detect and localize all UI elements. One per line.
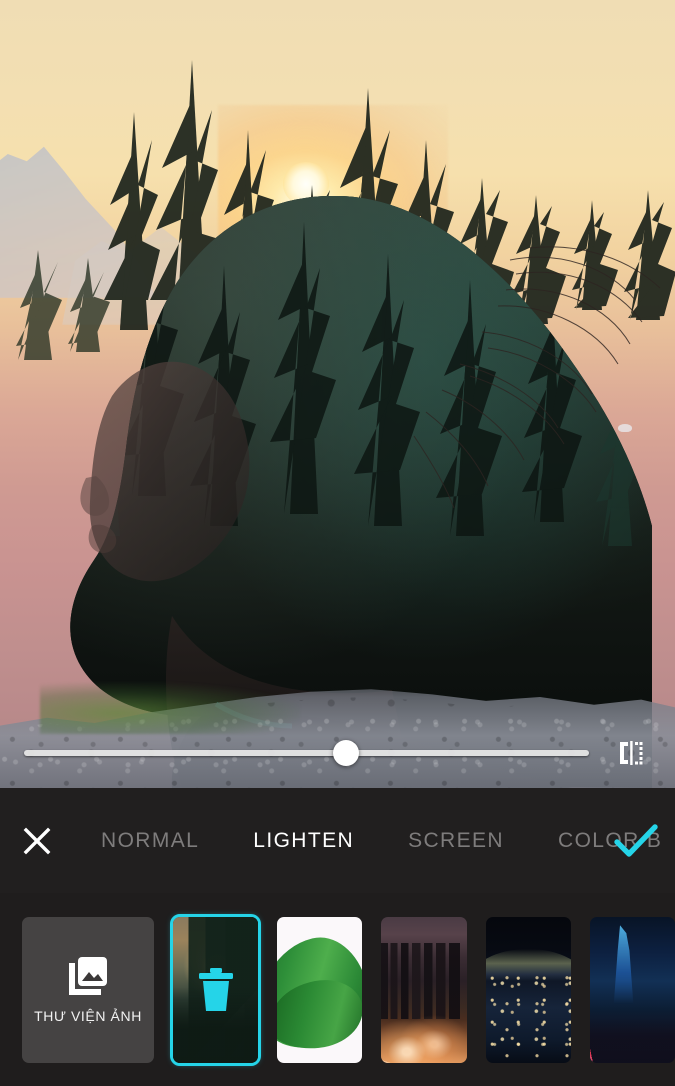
thumb-forest-sunset[interactable] bbox=[169, 913, 262, 1066]
thumb-earth-art bbox=[485, 916, 571, 1063]
blend-mode-lighten[interactable]: LIGHTEN bbox=[226, 788, 381, 893]
blend-mode-list: NORMAL LIGHTEN SCREEN COLOR B bbox=[74, 788, 675, 893]
thumb-green-leaf[interactable] bbox=[277, 916, 363, 1063]
thumb-earth-from-space[interactable] bbox=[485, 916, 571, 1063]
thumb-city-night[interactable] bbox=[381, 916, 467, 1063]
thumb-neon-art bbox=[589, 916, 675, 1063]
hair-strands bbox=[413, 246, 661, 509]
opacity-slider-thumb[interactable] bbox=[333, 740, 360, 766]
thumb-leaf-art bbox=[277, 916, 363, 1063]
moss-patch bbox=[40, 682, 300, 734]
bird-speck bbox=[618, 424, 632, 432]
photo-library-label: THƯ VIỆN ẢNH bbox=[34, 1008, 142, 1024]
thumb-neon-city[interactable] bbox=[589, 916, 675, 1063]
flip-horizontal-icon[interactable] bbox=[611, 734, 651, 772]
thumb-city-art bbox=[381, 916, 467, 1063]
photo-editor-app: NORMAL LIGHTEN SCREEN COLOR B THƯ VIỆN Ả… bbox=[0, 0, 675, 1086]
blend-mode-screen[interactable]: SCREEN bbox=[381, 788, 531, 893]
blend-mode-toolbar: NORMAL LIGHTEN SCREEN COLOR B bbox=[0, 788, 675, 893]
overlay-thumbnail-strip[interactable]: THƯ VIỆN ẢNH bbox=[0, 893, 675, 1086]
trash-icon[interactable] bbox=[173, 917, 258, 1063]
photo-canvas[interactable] bbox=[0, 0, 675, 788]
close-icon[interactable] bbox=[0, 788, 74, 893]
check-icon[interactable] bbox=[607, 815, 665, 867]
opacity-slider-track[interactable] bbox=[24, 740, 589, 766]
slider-row bbox=[0, 730, 675, 776]
photo-library-button[interactable]: THƯ VIỆN ẢNH bbox=[22, 916, 154, 1063]
photo-library-icon bbox=[66, 955, 110, 995]
blend-mode-normal[interactable]: NORMAL bbox=[74, 788, 226, 893]
